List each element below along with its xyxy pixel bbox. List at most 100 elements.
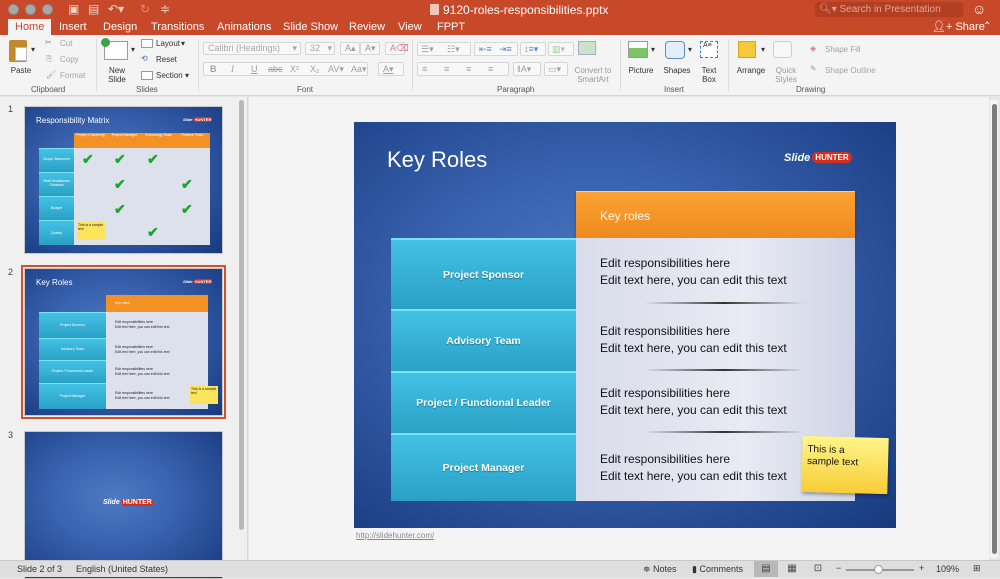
strikethrough-icon[interactable]: abc	[268, 63, 283, 75]
slide-thumbnail-2[interactable]: Key Roles Slide HUNTER Key roles Project…	[21, 265, 226, 419]
change-case-icon[interactable]: Aa▾	[351, 63, 367, 75]
reset-button[interactable]: Reset	[156, 55, 177, 64]
tab-slide-show[interactable]: Slide Show	[276, 19, 345, 35]
cut-button[interactable]: Cut	[60, 39, 72, 48]
minimize-window-button[interactable]	[25, 4, 36, 15]
cut-icon[interactable]: ✂	[45, 38, 52, 47]
convert-smartart-icon[interactable]	[578, 41, 596, 55]
language-status[interactable]: English (United States)	[76, 564, 168, 574]
underline-icon[interactable]: U	[251, 63, 258, 75]
paste-button[interactable]: Paste	[8, 66, 34, 75]
picture-button[interactable]: Picture	[626, 66, 656, 75]
columns-icon[interactable]: ▥▾	[548, 42, 574, 56]
italic-icon[interactable]: I	[231, 63, 234, 75]
new-slide-button[interactable]: New Slide	[104, 66, 130, 84]
align-right-icon[interactable]: ≡	[466, 63, 471, 75]
responsibility-text[interactable]: Edit responsibilities here Edit text here…	[600, 255, 787, 289]
notes-button[interactable]: ≑ Notes	[643, 564, 677, 575]
text-box-icon[interactable]: A≡	[700, 41, 718, 58]
tab-animations[interactable]: Animations	[210, 19, 278, 35]
tab-review[interactable]: Review	[342, 19, 392, 35]
increase-font-icon[interactable]: A▴	[340, 42, 360, 55]
decrease-font-icon[interactable]: A▾	[360, 42, 380, 55]
tab-home[interactable]: Home	[8, 19, 52, 35]
slide-thumbnail-1[interactable]: Responsibility Matrix Slide HUNTER Proje…	[24, 106, 223, 254]
line-spacing-icon[interactable]: ↕≡▾	[520, 42, 546, 56]
numbering-icon[interactable]: ☷▾	[447, 43, 460, 55]
bold-icon[interactable]: B	[210, 63, 217, 75]
shape-outline-icon[interactable]: ✎	[810, 64, 817, 73]
align-center-icon[interactable]: ≡	[444, 63, 449, 75]
justify-icon[interactable]: ≡	[488, 63, 493, 75]
slide-sorter-icon[interactable]: ▦	[780, 561, 804, 577]
editor-scrollbar[interactable]	[990, 100, 998, 558]
shape-fill-button[interactable]: Shape Fill	[825, 45, 861, 54]
responsibility-text[interactable]: Edit responsibilities here Edit text here…	[600, 385, 787, 419]
picture-icon[interactable]	[628, 41, 648, 58]
tab-fppt[interactable]: FPPT	[430, 19, 472, 35]
save-icon[interactable]: ▤	[88, 2, 99, 16]
zoom-in-icon[interactable]: +	[919, 563, 924, 573]
format-painter-icon[interactable]: 🖌︎	[46, 70, 56, 79]
quick-styles-button[interactable]: Quick Styles	[771, 66, 801, 84]
collapse-ribbon-icon[interactable]: ⌃	[983, 19, 991, 35]
clear-formatting-icon[interactable]: A⌫	[385, 42, 409, 55]
shapes-button[interactable]: Shapes	[662, 66, 692, 75]
copy-button[interactable]: Copy	[60, 55, 79, 64]
key-roles-header[interactable]: Key roles	[576, 191, 855, 238]
thumbnail-scrollbar[interactable]	[239, 100, 244, 530]
subscript-icon[interactable]: X₂	[310, 63, 320, 75]
sidebar-toggle-icon[interactable]: ▣	[68, 2, 79, 16]
new-slide-icon[interactable]	[101, 38, 128, 60]
character-spacing-icon[interactable]: AV▾	[328, 63, 344, 75]
font-color-button[interactable]: A▾	[378, 62, 404, 76]
search-input[interactable]: 🔍︎▾ Search in Presentation	[815, 2, 963, 17]
bullets-icon[interactable]: ☰▾	[421, 43, 434, 55]
shape-outline-button[interactable]: Shape Outline	[825, 66, 876, 75]
arrange-button[interactable]: Arrange	[734, 66, 768, 75]
zoom-out-icon[interactable]: −	[836, 563, 841, 573]
role-project-sponsor[interactable]: Project Sponsor	[391, 238, 576, 309]
section-button[interactable]: Section	[156, 71, 183, 80]
convert-smartart-button[interactable]: Convert to SmartArt	[570, 66, 616, 84]
new-slide-dropdown-icon[interactable]: ▾	[131, 45, 135, 54]
format-painter-button[interactable]: Format	[60, 71, 85, 80]
close-window-button[interactable]	[8, 4, 19, 15]
zoom-level[interactable]: 109%	[936, 564, 959, 574]
role-project-manager[interactable]: Project Manager	[391, 433, 576, 501]
share-button[interactable]: 👤︎+ Share	[932, 19, 985, 35]
section-icon[interactable]	[141, 71, 153, 80]
comments-button[interactable]: ▮ Comments	[692, 564, 743, 575]
shapes-icon[interactable]	[665, 41, 685, 59]
reset-icon[interactable]: ⟲	[141, 54, 148, 63]
align-text-icon[interactable]: ▭▾	[544, 62, 568, 76]
tab-insert[interactable]: Insert	[52, 19, 94, 35]
copy-icon[interactable]: ⎘	[46, 54, 52, 64]
slide-thumbnail-3[interactable]: Slide HUNTER	[24, 431, 223, 579]
slideshow-view-icon[interactable]: ⊡	[806, 561, 830, 577]
tab-view[interactable]: View	[391, 19, 429, 35]
undo-icon[interactable]: ↶▾	[108, 2, 124, 16]
paste-dropdown-icon[interactable]: ▾	[31, 45, 35, 54]
superscript-icon[interactable]: X²	[290, 63, 299, 75]
align-left-icon[interactable]: ≡	[422, 63, 427, 75]
layout-button[interactable]: Layout	[156, 39, 180, 48]
feedback-smiley-icon[interactable]: ☺	[972, 1, 986, 17]
quick-styles-icon[interactable]	[773, 41, 792, 58]
editor-scrollbar-thumb[interactable]	[992, 104, 997, 554]
role-advisory-team[interactable]: Advisory Team	[391, 309, 576, 371]
role-project-functional-leader[interactable]: Project / Functional Leader	[391, 371, 576, 433]
zoom-slider-handle[interactable]	[874, 565, 883, 574]
responsibility-text[interactable]: Edit responsibilities here Edit text here…	[600, 323, 787, 357]
tab-transitions[interactable]: Transitions	[144, 19, 211, 35]
font-size-dropdown[interactable]: 32 ▾	[305, 42, 335, 55]
text-direction-icon[interactable]: ‖A▾	[513, 62, 541, 76]
redo-icon[interactable]: ↻	[140, 2, 150, 16]
text-box-button[interactable]: Text Box	[697, 66, 721, 84]
slide-title[interactable]: Key Roles	[387, 147, 487, 173]
main-slide[interactable]: Key Roles Slide HUNTER Key roles Project …	[354, 122, 896, 528]
fit-to-window-icon[interactable]: ⊞	[973, 563, 981, 574]
normal-view-icon[interactable]: ▤	[754, 561, 778, 577]
arrange-icon[interactable]	[738, 41, 756, 58]
responsibility-text[interactable]: Edit responsibilities here Edit text here…	[600, 451, 787, 485]
